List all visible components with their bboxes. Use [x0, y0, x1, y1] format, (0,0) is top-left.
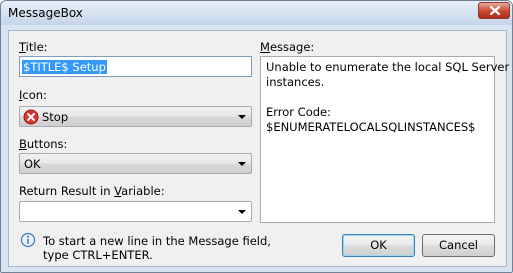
chevron-down-icon	[238, 115, 246, 119]
hint-line: To start a new line in the Message field…	[43, 234, 271, 248]
buttons-select-value: OK	[24, 157, 41, 171]
info-icon	[20, 232, 36, 248]
chevron-down-icon	[238, 210, 246, 214]
title-input[interactable]: $TITLE$ Setup	[19, 56, 252, 77]
return-variable-combo[interactable]	[19, 201, 252, 222]
cancel-button[interactable]: Cancel	[422, 234, 495, 257]
ok-button[interactable]: OK	[342, 234, 415, 257]
close-icon	[490, 6, 500, 15]
window-title: MessageBox	[8, 6, 83, 20]
dialog-body: Title: $TITLE$ Setup Icon: Stop Buttons:…	[8, 30, 510, 267]
buttons-select[interactable]: OK	[19, 153, 252, 174]
title-bar[interactable]: MessageBox	[1, 1, 512, 25]
return-variable-label: Return Result in Variable:	[19, 184, 165, 198]
icon-label: Icon:	[19, 88, 47, 102]
message-line: Error Code:	[266, 105, 332, 119]
message-textarea[interactable]: Unable to enumerate the local SQL Server…	[260, 56, 510, 223]
message-line: Unable to enumerate the local SQL Server	[266, 60, 510, 74]
stop-icon	[23, 109, 39, 125]
chevron-down-icon	[238, 162, 246, 166]
message-line: $ENUMERATELOCALSQLINSTANCES$	[266, 120, 476, 134]
buttons-label: Buttons:	[19, 137, 68, 151]
message-line	[266, 90, 489, 105]
close-button[interactable]	[478, 2, 510, 19]
title-label: Title:	[19, 40, 48, 54]
message-label: Message:	[260, 40, 315, 54]
icon-select-value: Stop	[42, 110, 69, 124]
hint-line: type CTRL+ENTER.	[43, 248, 153, 262]
icon-select[interactable]: Stop	[19, 106, 252, 127]
title-input-value: $TITLE$ Setup	[22, 60, 107, 74]
message-line: instances.	[266, 75, 325, 89]
messagebox-window: MessageBox Title: $TITLE$ Setup Icon: St…	[0, 0, 513, 273]
newline-hint: To start a new line in the Message field…	[43, 234, 271, 262]
